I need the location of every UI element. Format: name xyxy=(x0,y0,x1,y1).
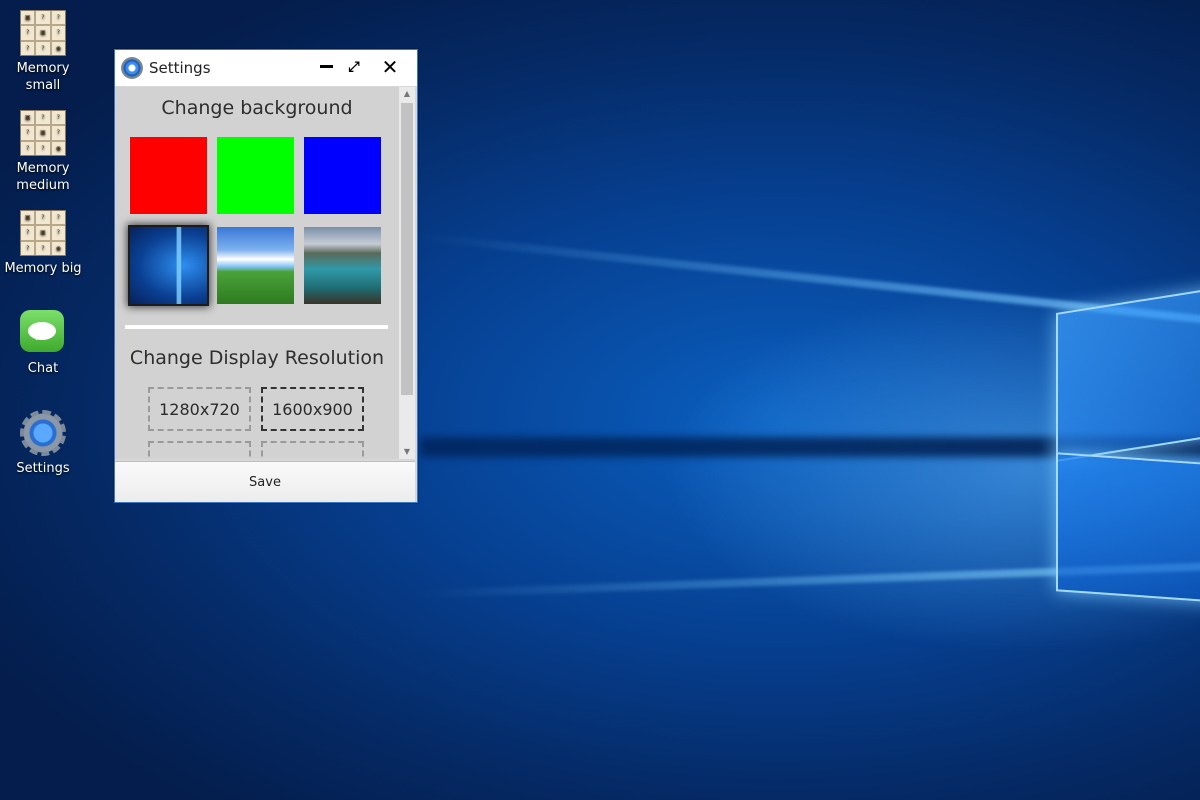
desktop-icon-memory-big[interactable]: ▣??? ▣??? ◉ Memory big xyxy=(0,210,86,277)
wallpaper-window-pane xyxy=(1056,287,1200,462)
minimize-icon xyxy=(319,64,333,68)
background-thumb-windows-10[interactable] xyxy=(130,227,207,304)
section-title-background: Change background xyxy=(161,97,353,119)
desktop-icon-settings[interactable]: Settings xyxy=(0,410,86,477)
scrollbar-thumb[interactable] xyxy=(401,103,413,395)
minimize-button[interactable] xyxy=(313,54,339,80)
gear-icon xyxy=(20,410,66,456)
maximize-button[interactable]: ⤢ xyxy=(341,54,367,80)
desktop-icon-label: Chat xyxy=(27,361,59,376)
desktop-icon-label: Memory small xyxy=(16,61,70,93)
gear-icon xyxy=(121,57,143,79)
resolution-option[interactable] xyxy=(148,441,251,459)
section-title-resolution: Change Display Resolution xyxy=(129,347,385,369)
save-button[interactable]: Save xyxy=(115,461,415,502)
desktop-icon-label: Memory medium xyxy=(16,161,70,193)
background-thumb-bliss[interactable] xyxy=(217,227,294,304)
resolution-option[interactable] xyxy=(261,441,364,459)
wallpaper-window-pane xyxy=(1056,452,1200,603)
settings-content[interactable]: Change background Change Display Resolut… xyxy=(115,87,399,459)
memory-game-icon: ▣??? ▣??? ◉ xyxy=(20,10,66,56)
desktop-icon-label: Settings xyxy=(16,461,70,476)
close-button[interactable]: ✕ xyxy=(377,54,403,80)
background-thumb-mountain-lake[interactable] xyxy=(304,227,381,304)
vertical-scrollbar[interactable]: ▲ ▼ xyxy=(399,87,415,459)
resolution-options: 1280x720 1600x900 xyxy=(148,387,399,459)
background-swatch-red[interactable] xyxy=(130,137,207,214)
background-swatch-blue[interactable] xyxy=(304,137,381,214)
settings-window: Settings ⤢ ✕ Change background Change Di… xyxy=(114,49,418,503)
resolution-option-selected[interactable]: 1600x900 xyxy=(261,387,364,431)
background-options xyxy=(130,137,399,304)
desktop-icon-label: Memory big xyxy=(4,261,82,276)
desktop-icon-memory-small[interactable]: ▣??? ▣??? ◉ Memory small xyxy=(0,10,86,94)
desktop-icon-memory-medium[interactable]: ▣??? ▣??? ◉ Memory medium xyxy=(0,110,86,194)
background-swatch-green[interactable] xyxy=(217,137,294,214)
close-icon: ✕ xyxy=(381,55,399,79)
window-titlebar[interactable]: Settings ⤢ ✕ xyxy=(115,50,417,86)
scroll-down-icon[interactable]: ▼ xyxy=(399,445,415,459)
scroll-up-icon[interactable]: ▲ xyxy=(399,87,415,101)
memory-game-icon: ▣??? ▣??? ◉ xyxy=(20,110,66,156)
chat-bubble-icon xyxy=(20,310,66,356)
maximize-icon: ⤢ xyxy=(348,59,360,75)
section-divider xyxy=(125,325,388,329)
resolution-option[interactable]: 1280x720 xyxy=(148,387,251,431)
window-title: Settings xyxy=(149,59,211,77)
memory-game-icon: ▣??? ▣??? ◉ xyxy=(20,210,66,256)
desktop-icon-chat[interactable]: Chat xyxy=(0,310,86,377)
